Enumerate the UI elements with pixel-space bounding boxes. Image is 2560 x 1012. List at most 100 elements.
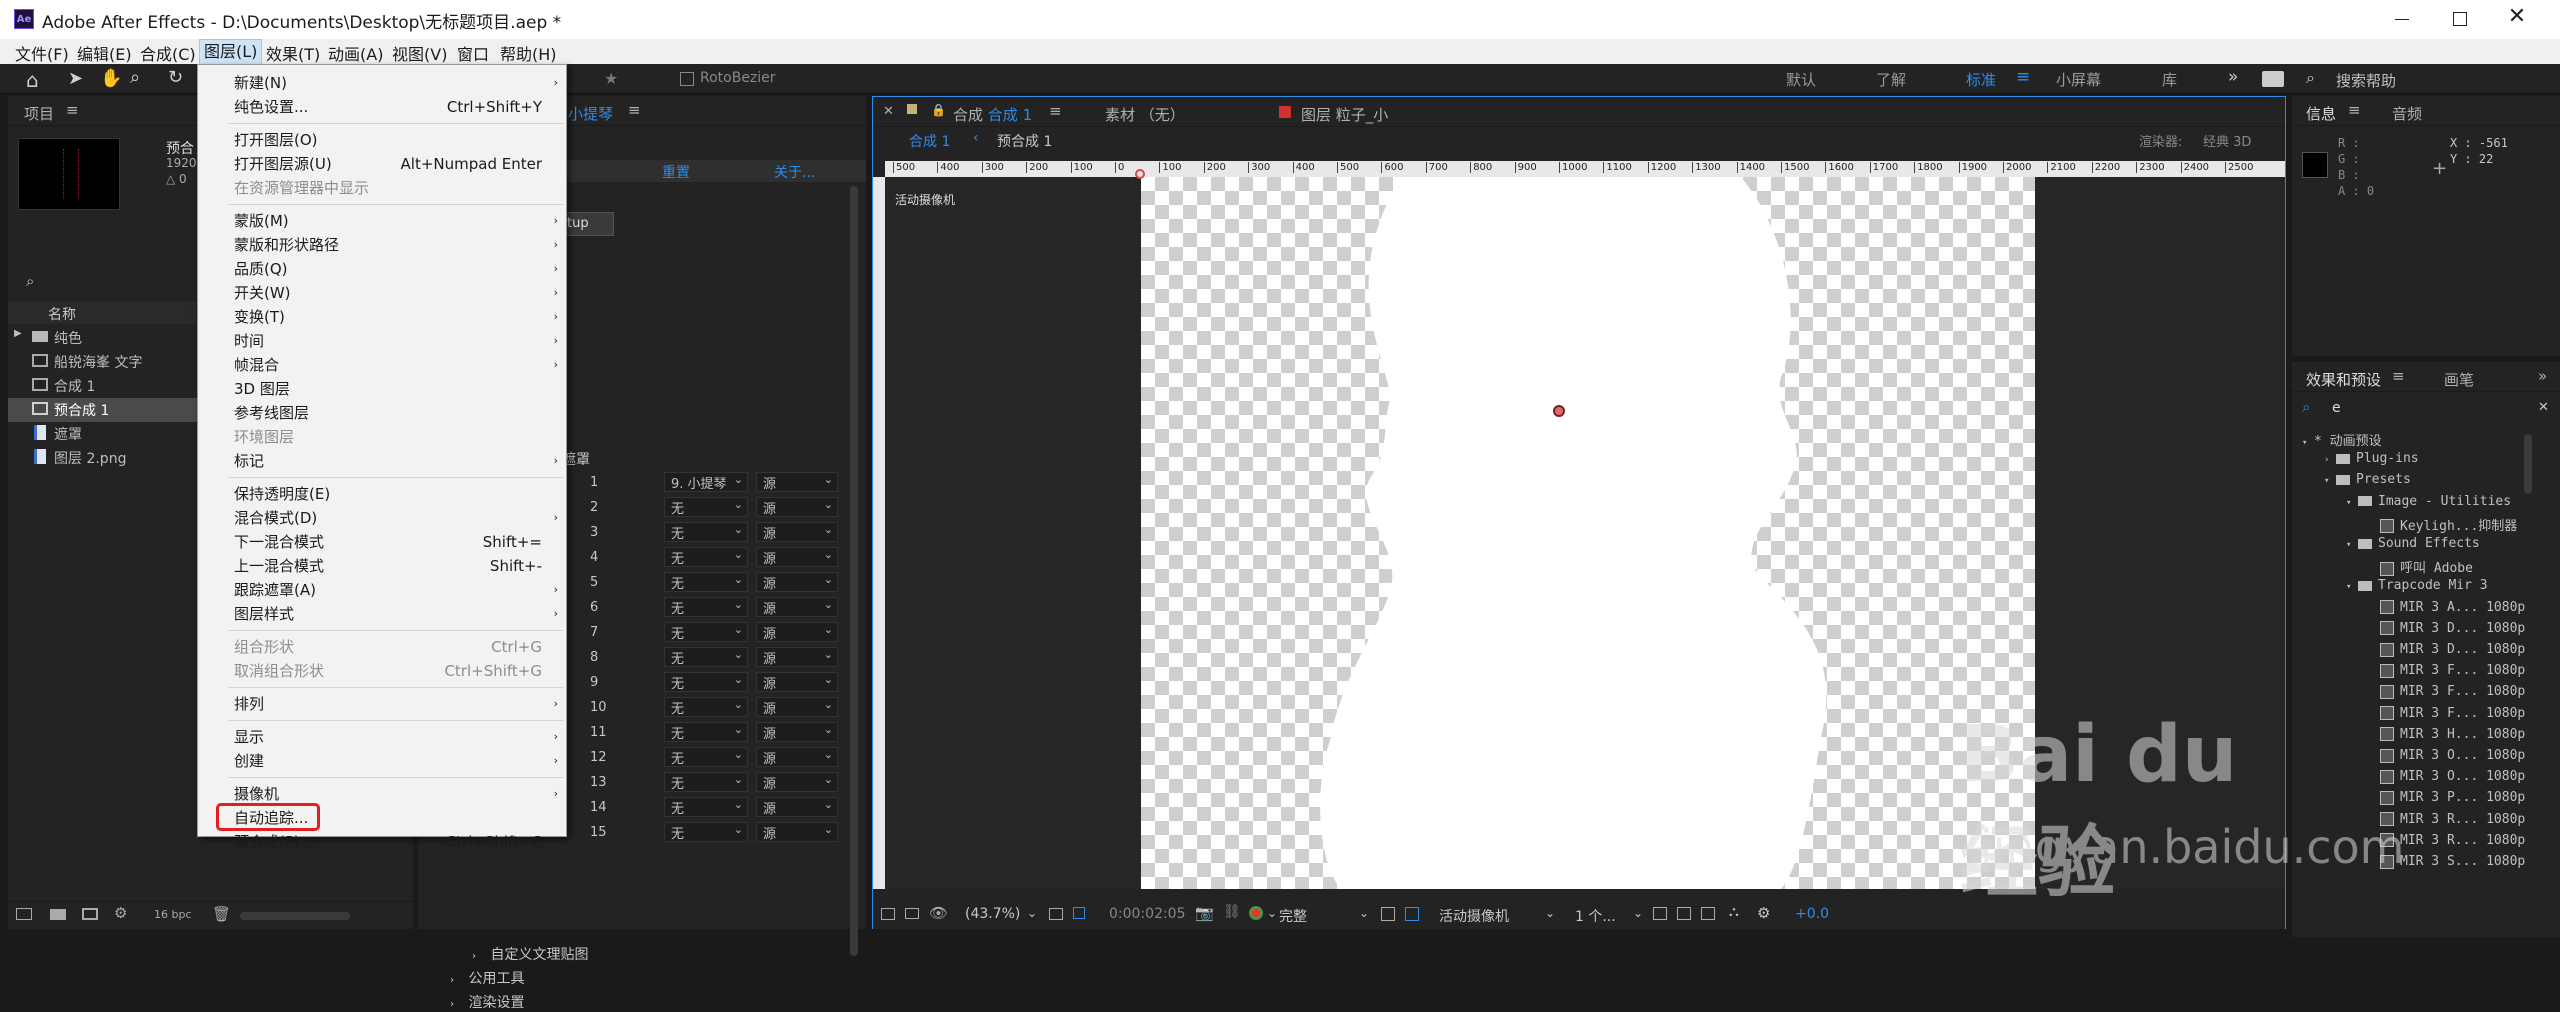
effects-tree-item[interactable]: ▾ Image - Utilities (2346, 494, 2511, 509)
matte-mode-select[interactable]: 源 ⌄ (756, 722, 838, 742)
tab-composition[interactable]: 合成 合成 1 (953, 104, 1032, 125)
matte-layer-select[interactable]: 无 ⌄ (664, 822, 748, 842)
timeline-icon[interactable] (1701, 907, 1715, 920)
view-dropdown-icon[interactable]: ⌄ (1545, 906, 1555, 920)
layout-dropdown-icon[interactable]: ⌄ (1633, 906, 1643, 920)
effects-scrollbar[interactable] (2524, 434, 2532, 494)
project-settings-icon[interactable]: ⚙ (114, 904, 127, 922)
matte-mode-select[interactable]: 源 ⌄ (756, 822, 838, 842)
flowchart-icon[interactable]: ⛬ (1729, 904, 1739, 920)
view-layout-select[interactable]: 1 个... (1575, 906, 1616, 926)
layer-menu-item[interactable]: 显示 › (198, 725, 566, 749)
panel-menu-icon[interactable]: ≡ (1049, 102, 1062, 120)
more-panels-icon[interactable]: » (2538, 367, 2547, 385)
layer-menu-item[interactable]: 保持透明度(E) (198, 482, 566, 506)
matte-mode-select[interactable]: 源 ⌄ (756, 647, 838, 667)
region-of-interest-icon[interactable] (1381, 907, 1395, 921)
minimize-icon[interactable] (2390, 6, 2416, 32)
effects-tree-item[interactable]: MIR 3 A... 1080p (2368, 600, 2525, 615)
effects-tree-item[interactable]: MIR 3 P... 1080p (2368, 790, 2525, 805)
matte-mode-select[interactable]: 源 ⌄ (756, 597, 838, 617)
layer-menu-item[interactable]: 开关(W) › (198, 281, 566, 305)
workspace-small-screen[interactable]: 小屏幕 (2056, 69, 2101, 90)
maximize-icon[interactable] (2448, 6, 2474, 32)
lock-toggle-icon[interactable]: 🔒 (931, 103, 946, 117)
layer-menu-item[interactable]: 下一混合模式 Shift+= (198, 530, 566, 554)
layer-menu-item[interactable]: 图层样式 › (198, 602, 566, 626)
workspace-standard[interactable]: 标准 (1966, 69, 1996, 90)
layer-menu-item[interactable]: 混合模式(D) › (198, 506, 566, 530)
zoom-dropdown-icon[interactable]: ⌄ (1027, 906, 1037, 920)
tree-toggle-icon[interactable]: › (2324, 455, 2336, 465)
effects-tree-item[interactable]: MIR 3 F... 1080p (2368, 663, 2525, 678)
hand-tool-icon[interactable]: ✋ (100, 68, 122, 89)
layer-menu-item[interactable]: 自动追踪... (198, 803, 566, 831)
layer-menu-item[interactable]: 上一混合模式 Shift+- (198, 554, 566, 578)
tab-info[interactable]: 信息 (2306, 103, 2336, 124)
section-render-settings[interactable]: › 渲染设置 (450, 992, 524, 1012)
matte-layer-select[interactable]: 无 ⌄ (664, 772, 748, 792)
matte-layer-select[interactable]: 无 ⌄ (664, 497, 748, 517)
matte-mode-select[interactable]: 源 ⌄ (756, 472, 838, 492)
zoom-select[interactable]: (43.7%) (965, 906, 1020, 922)
rotate-tool-icon[interactable]: ↻ (168, 67, 183, 88)
layer-menu-item[interactable]: 品质(Q) › (198, 257, 566, 281)
selection-tool-icon[interactable]: ➤ (68, 68, 83, 89)
tree-toggle-icon[interactable]: ▾ (2346, 540, 2358, 550)
matte-layer-select[interactable]: 无 ⌄ (664, 597, 748, 617)
safe-margins-icon[interactable] (1049, 908, 1063, 920)
effects-tree-item[interactable]: ▾ Sound Effects (2346, 536, 2480, 551)
layer-menu-item[interactable]: 纯色设置... Ctrl+Shift+Y (198, 95, 566, 119)
layer-menu-item[interactable]: 帧混合 › (198, 353, 566, 377)
star-tool-icon[interactable]: ★ (604, 69, 618, 88)
menu-effect[interactable]: 效果(T) (266, 41, 320, 65)
matte-mode-select[interactable]: 源 ⌄ (756, 572, 838, 592)
timecode[interactable]: 0:00:02:05 (1109, 906, 1186, 922)
interpret-footage-icon[interactable] (16, 908, 32, 920)
sync-settings-icon[interactable] (2262, 71, 2284, 87)
menu-view[interactable]: 视图(V) (392, 41, 447, 65)
effects-tree-item[interactable]: MIR 3 F... 1080p (2368, 706, 2525, 721)
tab-footage[interactable]: 素材 （无） (1105, 104, 1185, 125)
menu-window[interactable]: 窗口 (457, 41, 489, 65)
exposure-value[interactable]: +0.0 (1795, 906, 1829, 922)
matte-layer-select[interactable]: 无 ⌄ (664, 647, 748, 667)
mask-visibility-icon[interactable]: 👁 (929, 904, 948, 922)
project-scrollbar[interactable] (240, 912, 350, 920)
toggle-pixel-aspect-icon[interactable] (1653, 907, 1667, 920)
effects-tree-item[interactable]: ▾ * 动画预设 (2302, 430, 2382, 449)
about-link[interactable]: 关于... (774, 162, 815, 182)
matte-layer-select[interactable]: 9. 小提琴 ⌄ (664, 472, 748, 492)
effects-tree-item[interactable]: MIR 3 O... 1080p (2368, 748, 2525, 763)
layer-menu-item[interactable]: 创建 › (198, 749, 566, 773)
layer-menu-item[interactable]: 蒙版(M) › (198, 209, 566, 233)
trash-icon[interactable]: 🗑 (212, 905, 231, 923)
tree-toggle-icon[interactable]: ▾ (2346, 582, 2358, 592)
layer-menu-item[interactable]: 预合成(P)... Ctrl+Shift+C (198, 830, 566, 854)
menu-layer[interactable]: 图层(L) (199, 39, 263, 65)
reset-link[interactable]: 重置 (662, 162, 690, 182)
tree-toggle-icon[interactable]: ▾ (2324, 476, 2336, 486)
monitor-icon[interactable] (905, 908, 919, 919)
bpc-label[interactable]: 16 bpc (154, 908, 192, 921)
layer-menu-item[interactable]: 排列 › (198, 692, 566, 716)
resolution-select[interactable]: 完整 (1279, 906, 1307, 926)
effects-search-input[interactable]: e (2332, 400, 2341, 416)
panel-menu-icon[interactable]: ≡ (2392, 367, 2405, 385)
show-snapshot-icon[interactable]: ⛓ (1223, 904, 1241, 920)
matte-layer-select[interactable]: 无 ⌄ (664, 572, 748, 592)
close-tab-icon[interactable]: ✕ (883, 104, 894, 119)
tab-brushes[interactable]: 画笔 (2444, 369, 2474, 390)
ruler-origin-icon[interactable] (1135, 169, 1145, 179)
tab-audio[interactable]: 音频 (2392, 103, 2422, 124)
tree-toggle-icon[interactable]: ▾ (2302, 438, 2314, 448)
help-search-input[interactable]: 搜索帮助 (2336, 70, 2396, 91)
project-panel-title[interactable]: 项目 (24, 103, 54, 124)
zoom-tool-icon[interactable]: ⌕ (130, 67, 140, 88)
home-icon[interactable]: ⌂ (26, 68, 39, 92)
matte-layer-select[interactable]: 无 ⌄ (664, 622, 748, 642)
menu-help[interactable]: 帮助(H) (500, 41, 557, 65)
tree-toggle-icon[interactable]: ▾ (2346, 498, 2358, 508)
section-custom-texture[interactable]: › 自定义文理贴图 (472, 944, 588, 964)
panel-menu-icon[interactable]: ≡ (66, 101, 79, 119)
